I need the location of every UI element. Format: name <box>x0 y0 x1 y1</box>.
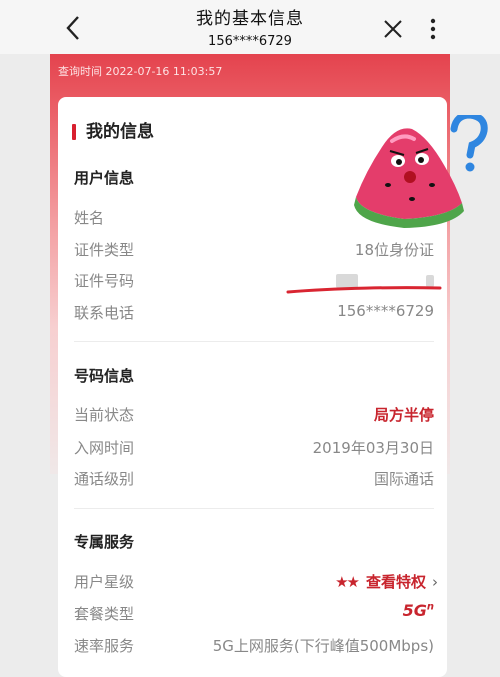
5g-logo-icon: 5Gn <box>402 601 434 620</box>
value-speed-service: 5G上网服务(下行峰值500Mbps) <box>212 637 434 655</box>
value-join-date: 2019年03月30日 <box>312 439 434 457</box>
value-plan-type: 5Gn <box>403 601 434 620</box>
label-name: 姓名 <box>74 209 105 227</box>
label-id-number: 证件号码 <box>74 272 135 290</box>
chevron-right-icon: › <box>432 573 438 591</box>
label-contact-phone: 联系电话 <box>74 304 135 322</box>
value-contact-phone: 156****6729 <box>337 302 434 320</box>
watermelon-sticker-icon <box>354 115 488 228</box>
top-navigation-bar: 我的基本信息 156****6729 <box>0 0 500 54</box>
label-user-star-level: 用户星级 <box>74 573 135 591</box>
close-icon <box>384 20 402 38</box>
label-id-type: 证件类型 <box>74 241 135 259</box>
group-title-exclusive-service: 专属服务 <box>74 533 135 551</box>
view-privileges-link[interactable]: ★★ 查看特权 › <box>335 571 438 592</box>
redaction-underline <box>286 286 442 294</box>
value-id-type: 18位身份证 <box>354 241 434 259</box>
value-current-status: 局方半停 <box>373 406 434 424</box>
divider <box>74 508 434 509</box>
label-plan-type: 套餐类型 <box>74 605 135 623</box>
group-title-user-info: 用户信息 <box>74 169 135 187</box>
close-button[interactable] <box>382 18 404 40</box>
star-rating-icon: ★★ <box>335 573 360 591</box>
query-timestamp: 查询时间 2022-07-16 11:03:57 <box>58 65 223 78</box>
more-menu-button[interactable] <box>424 16 442 42</box>
group-title-number-info: 号码信息 <box>74 367 135 385</box>
more-vertical-icon <box>430 18 436 40</box>
label-join-date: 入网时间 <box>74 439 135 457</box>
label-current-status: 当前状态 <box>74 406 135 424</box>
label-speed-service: 速率服务 <box>74 637 135 655</box>
divider <box>74 341 434 342</box>
section-accent-bar <box>72 124 76 140</box>
view-privileges-label: 查看特权 <box>365 573 426 591</box>
value-call-level: 国际通话 <box>373 470 434 488</box>
label-call-level: 通话级别 <box>74 470 135 488</box>
section-title: 我的信息 <box>86 122 154 142</box>
